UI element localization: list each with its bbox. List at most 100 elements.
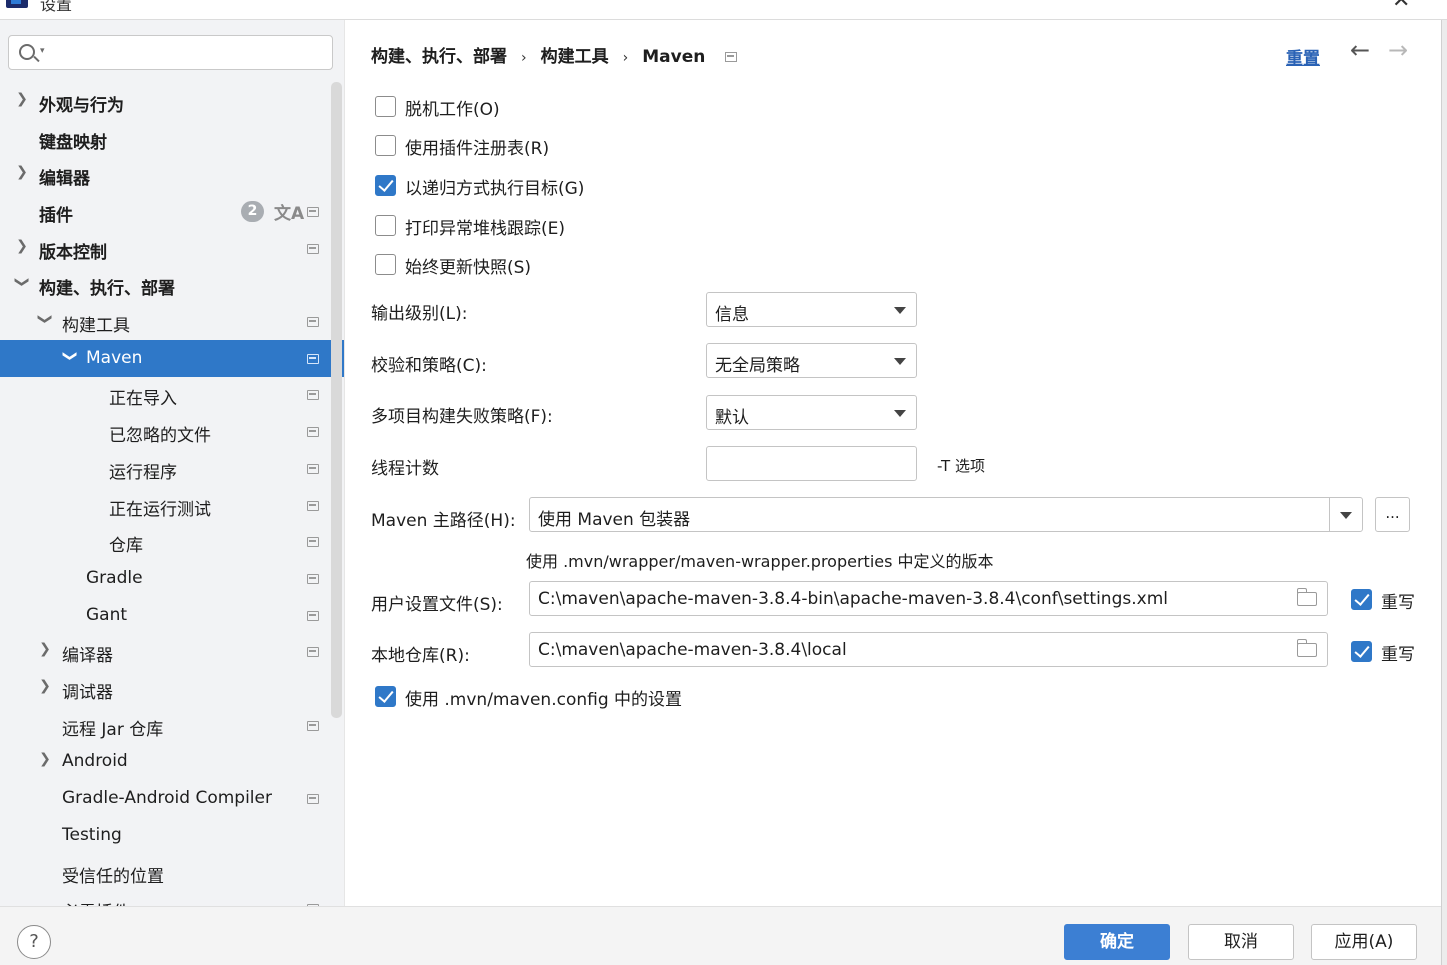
ok-button[interactable]: 确定 [1064, 924, 1170, 960]
project-scope-icon [307, 574, 319, 584]
sidebar-item-running-tests[interactable]: 正在运行测试 [0, 487, 344, 524]
chevron-down-icon[interactable]: ❯ [62, 348, 78, 364]
user-settings-label: 用户设置文件(S): [371, 595, 503, 615]
sidebar-item-build-tools[interactable]: ❯ 构建工具 [0, 303, 344, 340]
sidebar-item-label: 调试器 [62, 683, 113, 703]
maven-home-label: Maven 主路径(H): [371, 511, 516, 531]
chevron-right-icon[interactable]: ❯ [37, 751, 53, 767]
sidebar-item-label: 远程 Jar 仓库 [62, 720, 164, 740]
user-settings-override-checkbox[interactable] [1351, 589, 1372, 610]
app-icon [6, 0, 28, 8]
output-level-label: 输出级别(L): [371, 304, 468, 324]
sidebar-item-label: Maven [86, 348, 143, 368]
print-stack-checkbox[interactable] [375, 215, 396, 236]
sidebar-item-runner[interactable]: 运行程序 [0, 450, 344, 487]
arrow-right-icon[interactable]: → [1388, 36, 1408, 64]
sidebar-item-label: 已忽略的文件 [109, 426, 211, 446]
arrow-left-icon[interactable]: ← [1350, 36, 1370, 64]
thread-count-input[interactable] [706, 446, 917, 481]
sidebar-item-testing[interactable]: Testing [0, 817, 344, 854]
chevron-right-icon[interactable]: ❯ [14, 91, 30, 107]
breadcrumb-separator: › [521, 50, 527, 66]
project-scope-icon [307, 207, 319, 217]
sidebar-item-label: 必需插件 [62, 898, 130, 906]
maven-home-browse-button[interactable]: ... [1375, 497, 1410, 532]
sidebar-item-label: 编译器 [62, 646, 113, 666]
maven-home-select[interactable]: 使用 Maven 包装器 [529, 497, 1363, 532]
sidebar-item-label: 编辑器 [39, 169, 90, 189]
output-level-select[interactable]: 信息 [706, 292, 917, 327]
sidebar-item-label: Gradle [86, 568, 143, 588]
user-settings-value: C:\maven\apache-maven-3.8.4-bin\apache-m… [538, 589, 1168, 609]
chevron-down-icon[interactable]: ❯ [14, 274, 30, 290]
use-mvn-config-checkbox[interactable] [375, 686, 396, 707]
sidebar-item-label: 插件 [39, 206, 73, 226]
output-level-value: 信息 [715, 305, 749, 325]
cancel-button[interactable]: 取消 [1188, 924, 1294, 960]
project-scope-icon [307, 354, 319, 364]
breadcrumb-item: Maven [642, 47, 706, 67]
sidebar-item-gradle[interactable]: Gradle [0, 560, 344, 597]
search-box[interactable]: ▾ [8, 35, 333, 70]
sidebar-item-build-execution[interactable]: ❯ 构建、执行、部署 [0, 266, 344, 303]
chevron-down-icon[interactable]: ❯ [37, 311, 53, 327]
recursive-checkbox[interactable] [375, 175, 396, 196]
sidebar-item-debugger[interactable]: ❯ 调试器 [0, 670, 344, 707]
thread-count-hint: -T 选项 [937, 457, 985, 475]
sidebar-item-repositories[interactable]: 仓库 [0, 523, 344, 560]
sidebar-item-importing[interactable]: 正在导入 [0, 376, 344, 413]
help-button[interactable]: ? [17, 925, 51, 959]
chevron-down-icon[interactable]: ▾ [40, 46, 45, 56]
project-scope-icon [307, 317, 319, 327]
sidebar-item-remote-jar[interactable]: 远程 Jar 仓库 [0, 707, 344, 744]
sidebar-item-compiler[interactable]: ❯ 编译器 [0, 633, 344, 670]
translate-icon: 文A [274, 204, 305, 224]
close-icon[interactable]: ✕ [1392, 0, 1410, 13]
user-settings-field[interactable]: C:\maven\apache-maven-3.8.4-bin\apache-m… [529, 581, 1328, 616]
sidebar-item-gant[interactable]: Gant [0, 597, 344, 634]
sidebar-item-label: 键盘映射 [39, 133, 107, 153]
project-scope-icon [307, 721, 319, 731]
folder-icon[interactable] [1297, 639, 1317, 657]
local-repo-field[interactable]: C:\maven\apache-maven-3.8.4\local [529, 632, 1328, 667]
checksum-policy-select[interactable]: 无全局策略 [706, 343, 917, 378]
sidebar-scrollbar[interactable] [331, 82, 342, 718]
chevron-right-icon[interactable]: ❯ [37, 678, 53, 694]
chevron-right-icon[interactable]: ❯ [37, 641, 53, 657]
multiproject-fail-label: 多项目构建失败策略(F): [371, 407, 553, 427]
sidebar-item-ignored-files[interactable]: 已忽略的文件 [0, 413, 344, 450]
sidebar-item-maven[interactable]: ❯ Maven [0, 340, 344, 377]
sidebar-item-required-plugins[interactable]: 必需插件 [0, 890, 344, 906]
reset-link[interactable]: 重置 [1286, 44, 1320, 69]
sidebar-item-keymap[interactable]: 键盘映射 [0, 120, 344, 157]
print-stack-label: 打印异常堆栈跟踪(E) [405, 219, 566, 239]
project-scope-icon [307, 647, 319, 657]
search-icon [19, 44, 35, 60]
sidebar-item-vcs[interactable]: ❯ 版本控制 [0, 230, 344, 267]
offline-checkbox[interactable] [375, 96, 396, 117]
always-update-checkbox[interactable] [375, 254, 396, 275]
sidebar-item-label: 正在运行测试 [109, 500, 211, 520]
sidebar-item-label: 版本控制 [39, 243, 107, 263]
sidebar-item-editor[interactable]: ❯ 编辑器 [0, 156, 344, 193]
maven-home-hint: 使用 .mvn/wrapper/maven-wrapper.properties… [526, 552, 994, 571]
sidebar-item-trusted-locations[interactable]: 受信任的位置 [0, 854, 344, 891]
thread-count-label: 线程计数 [371, 459, 439, 479]
sidebar-item-plugins[interactable]: 插件 2 文A [0, 193, 344, 230]
chevron-down-icon [894, 307, 906, 314]
sidebar-item-android[interactable]: ❯ Android [0, 743, 344, 780]
folder-icon[interactable] [1297, 588, 1317, 606]
local-repo-override-checkbox[interactable] [1351, 641, 1372, 662]
search-input[interactable] [53, 42, 323, 64]
chevron-right-icon[interactable]: ❯ [14, 164, 30, 180]
project-scope-icon [307, 464, 319, 474]
plugin-registry-checkbox[interactable] [375, 135, 396, 156]
chevron-right-icon[interactable]: ❯ [14, 238, 30, 254]
apply-button[interactable]: 应用(A) [1311, 924, 1417, 960]
local-repo-override-label: 重写 [1381, 645, 1415, 665]
sidebar-item-label: Gant [86, 605, 128, 625]
sidebar-item-appearance[interactable]: ❯ 外观与行为 [0, 83, 344, 120]
sidebar-item-gradle-android-compiler[interactable]: Gradle-Android Compiler [0, 780, 344, 817]
plugin-registry-label: 使用插件注册表(R) [405, 139, 550, 159]
multiproject-fail-select[interactable]: 默认 [706, 395, 917, 430]
